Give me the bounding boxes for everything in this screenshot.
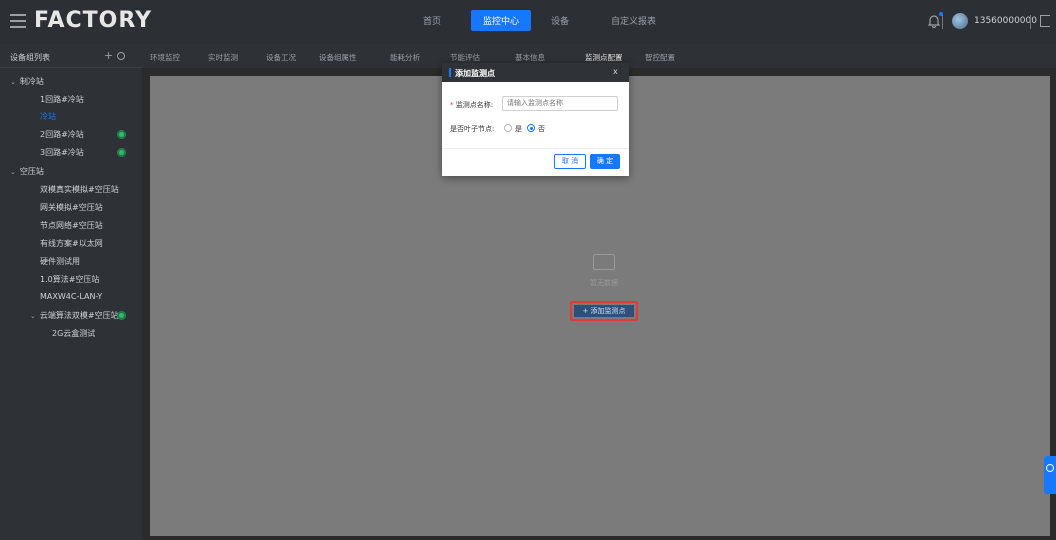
tree-item[interactable]: 1回路#冷站	[40, 94, 84, 105]
dialog-header: 添加监测点 x	[442, 63, 629, 82]
tab-group-props[interactable]: 设备组属性	[319, 52, 357, 63]
status-badge	[117, 311, 126, 320]
chevron-down-icon: ⌄	[10, 168, 16, 176]
tree-item-cold-station[interactable]: ⌄ 制冷站	[10, 76, 44, 87]
confirm-button[interactable]: 确 定	[590, 154, 620, 169]
tree-item-air-station[interactable]: ⌄ 空压站	[10, 166, 44, 177]
cancel-button[interactable]: 取 消	[554, 154, 586, 169]
tree-item[interactable]: 双模真实模拟#空压站	[40, 184, 119, 195]
title-accent	[449, 68, 451, 77]
leaf-yes-label: 是	[515, 125, 522, 133]
nav-monitor-center[interactable]: 监控中心	[471, 10, 532, 31]
tab-realtime[interactable]: 实时监测	[208, 52, 238, 63]
add-monitor-point-dialog: 添加监测点 x * 监测点名称: 是否叶子节点: 是 否 取 消 确 定	[442, 63, 629, 176]
tree-item[interactable]: 3回路#冷站	[40, 147, 84, 158]
logout-icon[interactable]	[1040, 15, 1050, 27]
menu-icon[interactable]	[10, 14, 26, 28]
tab-energy-eval[interactable]: 节能评估	[450, 52, 480, 63]
app-logo: FACTORY	[34, 8, 153, 33]
status-badge	[117, 130, 126, 139]
tree-item-cloud-air[interactable]: ⌄ 云端算法双模#空压站	[30, 310, 119, 321]
tree-item[interactable]: 网关模拟#空压站	[40, 202, 103, 213]
tree-item[interactable]: 2G云盒测试	[52, 328, 95, 339]
leaf-no-radio[interactable]	[527, 124, 535, 132]
dialog-title: 添加监测点	[455, 69, 495, 78]
close-icon[interactable]: x	[613, 67, 618, 76]
tree-item[interactable]: 硬件测试用	[40, 256, 80, 267]
leaf-label: 是否叶子节点:	[450, 125, 495, 133]
sidebar-title: 设备组列表	[10, 53, 50, 62]
add-group-icon[interactable]: +	[104, 49, 113, 62]
tab-monitor-point-config[interactable]: 监测点配置	[585, 52, 623, 63]
sidebar: 设备组列表 + ⌄ 制冷站 1回路#冷站 冷站 2回路#冷站 3回路#冷站 ⌄ 空压…	[0, 44, 142, 540]
leaf-no-label: 否	[538, 125, 545, 133]
dialog-divider	[442, 148, 629, 149]
empty-box-icon	[593, 254, 615, 270]
tree-item[interactable]: 有线方案#以太网	[40, 238, 103, 249]
tab-device-status[interactable]: 设备工况	[266, 52, 296, 63]
tree-item[interactable]: 1.0算法#空压站	[40, 274, 99, 285]
tab-env-monitor[interactable]: 环境监控	[150, 52, 180, 63]
help-float-button[interactable]	[1044, 456, 1056, 494]
add-monitor-point-button[interactable]: + 添加监测点	[574, 305, 634, 317]
chevron-down-icon: ⌄	[30, 312, 36, 320]
sidebar-header: 设备组列表 +	[0, 44, 142, 68]
refresh-icon[interactable]	[117, 52, 125, 60]
help-icon	[1046, 464, 1054, 472]
tree-item[interactable]: MAXW4C-LAN-Y	[40, 292, 102, 301]
tree-item[interactable]: 节点网络#空压站	[40, 220, 103, 231]
add-button-highlight: + 添加监测点	[570, 301, 638, 321]
bell-icon[interactable]	[927, 12, 943, 29]
nav-custom-report[interactable]: 自定义报表	[611, 14, 656, 27]
avatar[interactable]	[952, 13, 968, 29]
leaf-yes-radio[interactable]	[504, 124, 512, 132]
top-bar: FACTORY 首页 监控中心 设备 自定义报表 13560000000	[0, 0, 1056, 44]
tab-basic-info[interactable]: 基本信息	[515, 52, 545, 63]
tab-energy-analysis[interactable]: 能耗分析	[390, 52, 420, 63]
name-label: * 监测点名称:	[450, 101, 494, 109]
user-phone[interactable]: 13560000000	[974, 16, 1037, 26]
monitor-point-name-input[interactable]	[502, 96, 618, 111]
tree-item-selected[interactable]: 冷站	[40, 111, 56, 122]
empty-text: 暂无数据	[590, 279, 618, 287]
nav-home[interactable]: 首页	[423, 14, 441, 27]
tab-smart-control[interactable]: 智控配置	[645, 52, 675, 63]
chevron-down-icon: ⌄	[10, 78, 16, 86]
status-badge	[117, 148, 126, 157]
nav-device[interactable]: 设备	[551, 14, 569, 27]
tree-item[interactable]: 2回路#冷站	[40, 129, 84, 140]
